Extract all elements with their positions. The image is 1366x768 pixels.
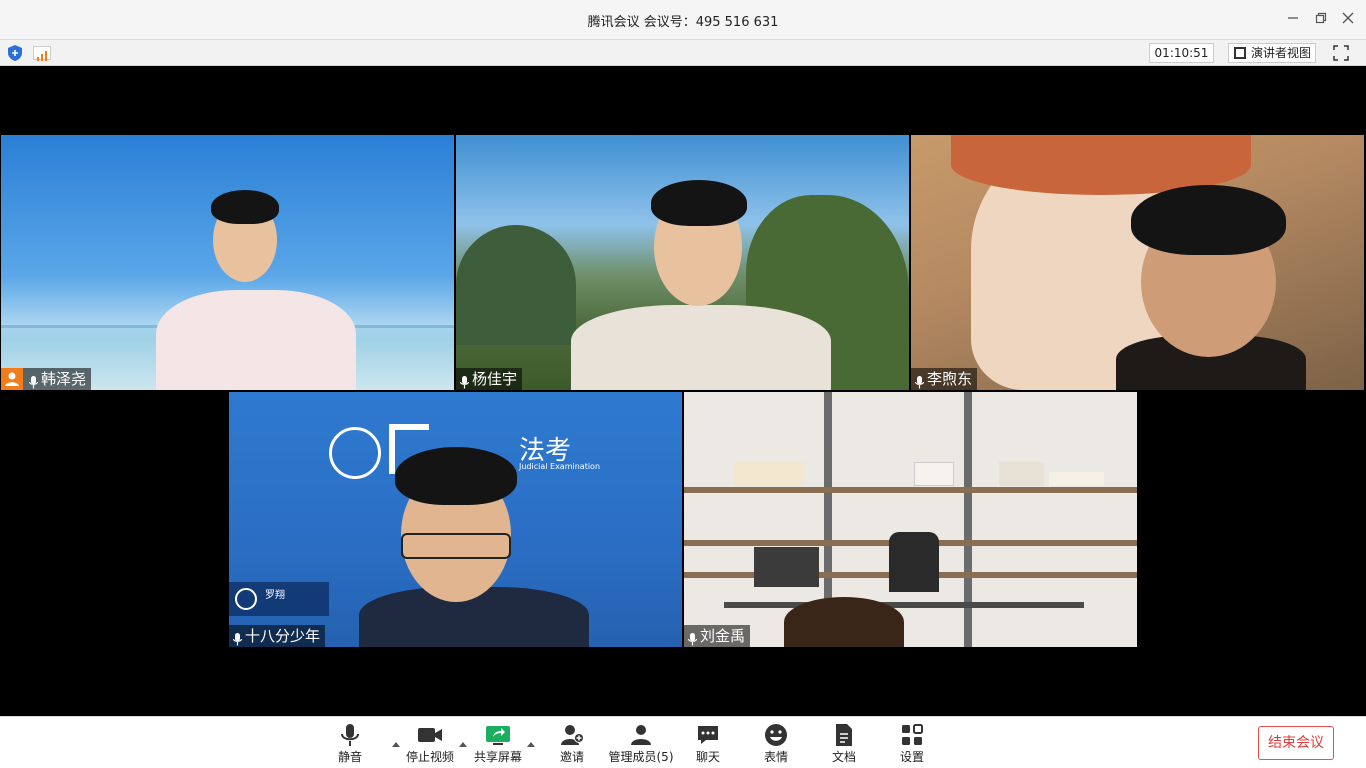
mic-icon <box>459 373 470 388</box>
participant-video <box>566 180 836 390</box>
video-tile-2[interactable]: 杨佳宇 <box>456 135 909 390</box>
participant-name: 刘金禹 <box>700 627 746 645</box>
speaker-view-icon <box>1234 47 1246 59</box>
minimize-icon[interactable] <box>1283 10 1303 30</box>
participant-name-tag: 李煦东 <box>911 368 978 390</box>
video-tile-5[interactable]: 刘金禹 <box>684 392 1137 647</box>
participant-name: 李煦东 <box>927 370 973 388</box>
end-meeting-button[interactable]: 结束会议 <box>1258 726 1334 760</box>
invite-button[interactable]: 邀请 <box>538 721 606 767</box>
lecturer-banner: 罗翔 <box>229 582 329 616</box>
settings-button[interactable]: 设置 <box>878 721 946 767</box>
speaker-view-button[interactable]: 演讲者视图 <box>1228 43 1316 63</box>
microphone-icon <box>341 724 359 746</box>
participant-name-tag: 韩泽尧 <box>1 368 92 390</box>
meeting-timer: 01:10:51 <box>1149 43 1214 63</box>
documents-button[interactable]: 文档 <box>810 721 878 767</box>
mute-button[interactable]: 静音 <box>316 721 384 767</box>
share-screen-icon <box>486 726 510 745</box>
settings-label: 设置 <box>899 750 924 764</box>
mute-label: 静音 <box>337 750 362 764</box>
share-screen-button[interactable]: 共享屏幕 <box>464 721 532 767</box>
participant-name-tag: 刘金禹 <box>684 625 751 647</box>
manage-members-button[interactable]: 管理成员(5) <box>602 721 680 767</box>
manage-members-label: 管理成员(5) <box>608 750 674 764</box>
meeting-status-bar: 01:10:51 演讲者视图 <box>0 40 1366 66</box>
emoji-label: 表情 <box>763 750 788 764</box>
participant-name: 韩泽尧 <box>41 370 87 388</box>
title-bar: 腾讯会议 会议号：495 516 631 <box>0 0 1366 40</box>
participant-name: 杨佳宇 <box>472 370 518 388</box>
participant-name-tag: 十八分少年 <box>229 625 326 647</box>
shield-icon[interactable] <box>8 45 22 61</box>
document-icon <box>836 724 852 746</box>
chat-label: 聊天 <box>695 750 720 764</box>
participant-video <box>151 190 361 390</box>
stop-video-button[interactable]: 停止视频 <box>396 721 464 767</box>
speaker-view-label: 演讲者视图 <box>1251 46 1312 60</box>
video-tile-1[interactable]: 韩泽尧 <box>1 135 454 390</box>
settings-grid-icon <box>902 724 923 745</box>
host-icon <box>1 368 23 390</box>
mic-icon <box>28 373 39 388</box>
mic-icon <box>232 630 243 645</box>
participant-name: 十八分少年 <box>245 627 321 645</box>
video-tile-3[interactable]: 李煦东 <box>911 135 1364 390</box>
window-title: 腾讯会议 会议号：495 516 631 <box>587 15 779 30</box>
emoji-icon <box>765 724 787 746</box>
stop-video-label: 停止视频 <box>405 750 454 764</box>
video-tile-4[interactable]: 法考 Judicial Examination 罗翔 十八分少年 <box>229 392 682 647</box>
participant-video <box>1116 185 1306 390</box>
restore-icon[interactable] <box>1311 10 1331 30</box>
invite-label: 邀请 <box>559 750 584 764</box>
participant-name-tag: 杨佳宇 <box>456 368 523 390</box>
mic-icon <box>687 630 698 645</box>
emoji-button[interactable]: 表情 <box>742 721 810 767</box>
fullscreen-icon[interactable] <box>1332 44 1350 62</box>
participant-video <box>359 447 589 647</box>
share-screen-label: 共享屏幕 <box>473 750 522 764</box>
signal-icon[interactable] <box>33 46 51 61</box>
close-icon[interactable] <box>1338 10 1358 30</box>
members-icon <box>631 725 651 745</box>
camera-icon <box>418 728 442 742</box>
meeting-toolbar: 静音 停止视频 共享屏幕 邀请 管理成员(5) 聊天 表情 文档 设置 结束会议 <box>0 716 1366 768</box>
mic-icon <box>914 373 925 388</box>
share-options-chevron-icon[interactable] <box>526 733 536 747</box>
chat-button[interactable]: 聊天 <box>674 721 742 767</box>
add-user-icon <box>561 725 584 745</box>
documents-label: 文档 <box>831 750 856 764</box>
chat-icon <box>698 726 718 744</box>
lecturer-name: 罗翔 <box>265 590 285 601</box>
video-gallery: 韩泽尧 杨佳宇 李煦东 法考 Judicial Examination 罗翔 十… <box>0 66 1366 716</box>
participant-video <box>784 597 904 647</box>
